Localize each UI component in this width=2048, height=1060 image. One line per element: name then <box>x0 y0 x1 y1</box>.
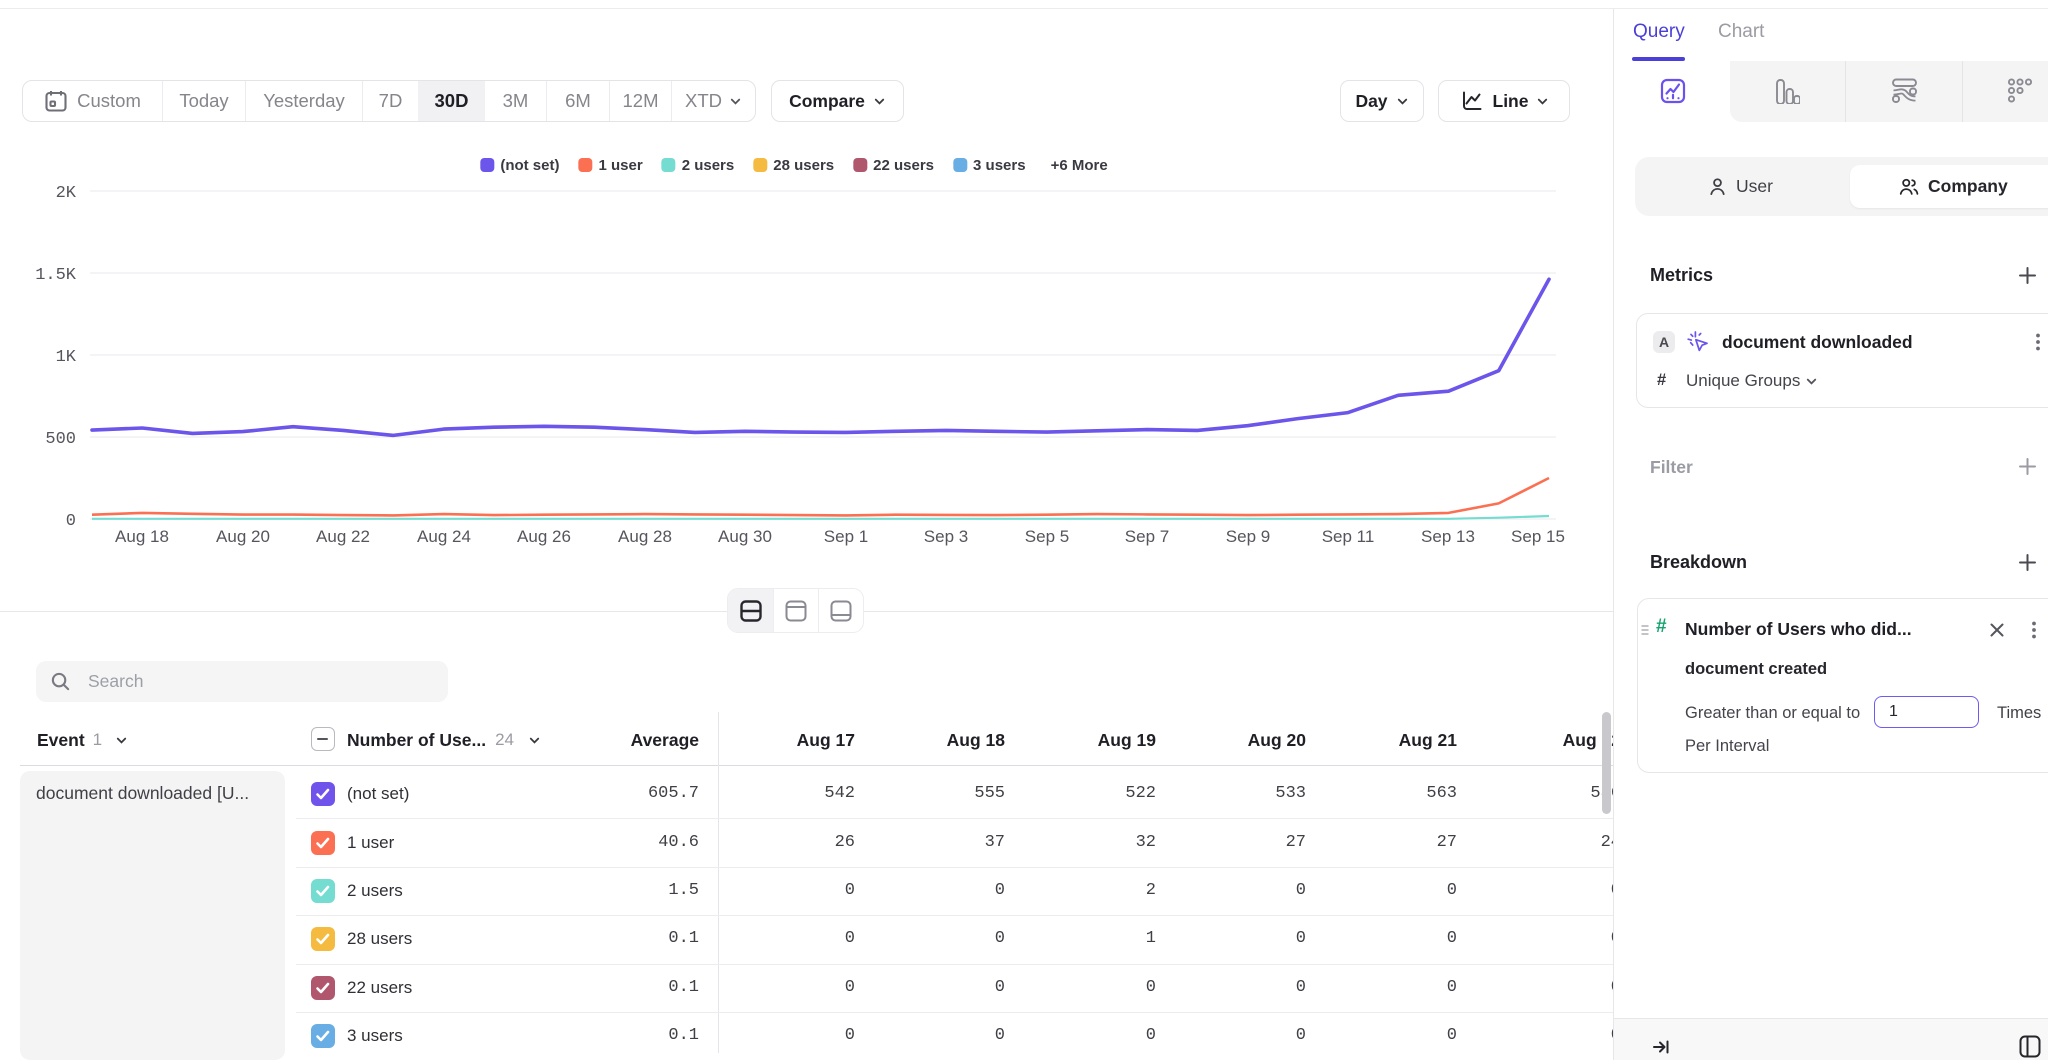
svg-text:Aug 22: Aug 22 <box>316 527 370 546</box>
svg-text:Sep 11: Sep 11 <box>1322 527 1375 546</box>
svg-text:Aug 20: Aug 20 <box>216 527 270 546</box>
svg-text:0: 0 <box>66 512 76 531</box>
svg-text:Sep 3: Sep 3 <box>924 527 968 546</box>
svg-text:Aug 24: Aug 24 <box>417 527 471 546</box>
svg-text:Sep 7: Sep 7 <box>1125 527 1169 546</box>
svg-text:Sep 15: Sep 15 <box>1511 527 1565 546</box>
svg-text:Aug 28: Aug 28 <box>618 527 672 546</box>
svg-text:Sep 9: Sep 9 <box>1226 527 1270 546</box>
svg-text:500: 500 <box>45 430 76 449</box>
svg-text:Aug 30: Aug 30 <box>718 527 772 546</box>
svg-text:Sep 13: Sep 13 <box>1421 527 1475 546</box>
svg-text:Aug 26: Aug 26 <box>517 527 571 546</box>
svg-text:Aug 18: Aug 18 <box>115 527 169 546</box>
svg-text:1.5K: 1.5K <box>35 266 77 285</box>
svg-text:1K: 1K <box>56 348 77 367</box>
svg-text:Sep 5: Sep 5 <box>1025 527 1069 546</box>
svg-text:2K: 2K <box>56 184 77 203</box>
svg-text:Sep 1: Sep 1 <box>824 527 868 546</box>
